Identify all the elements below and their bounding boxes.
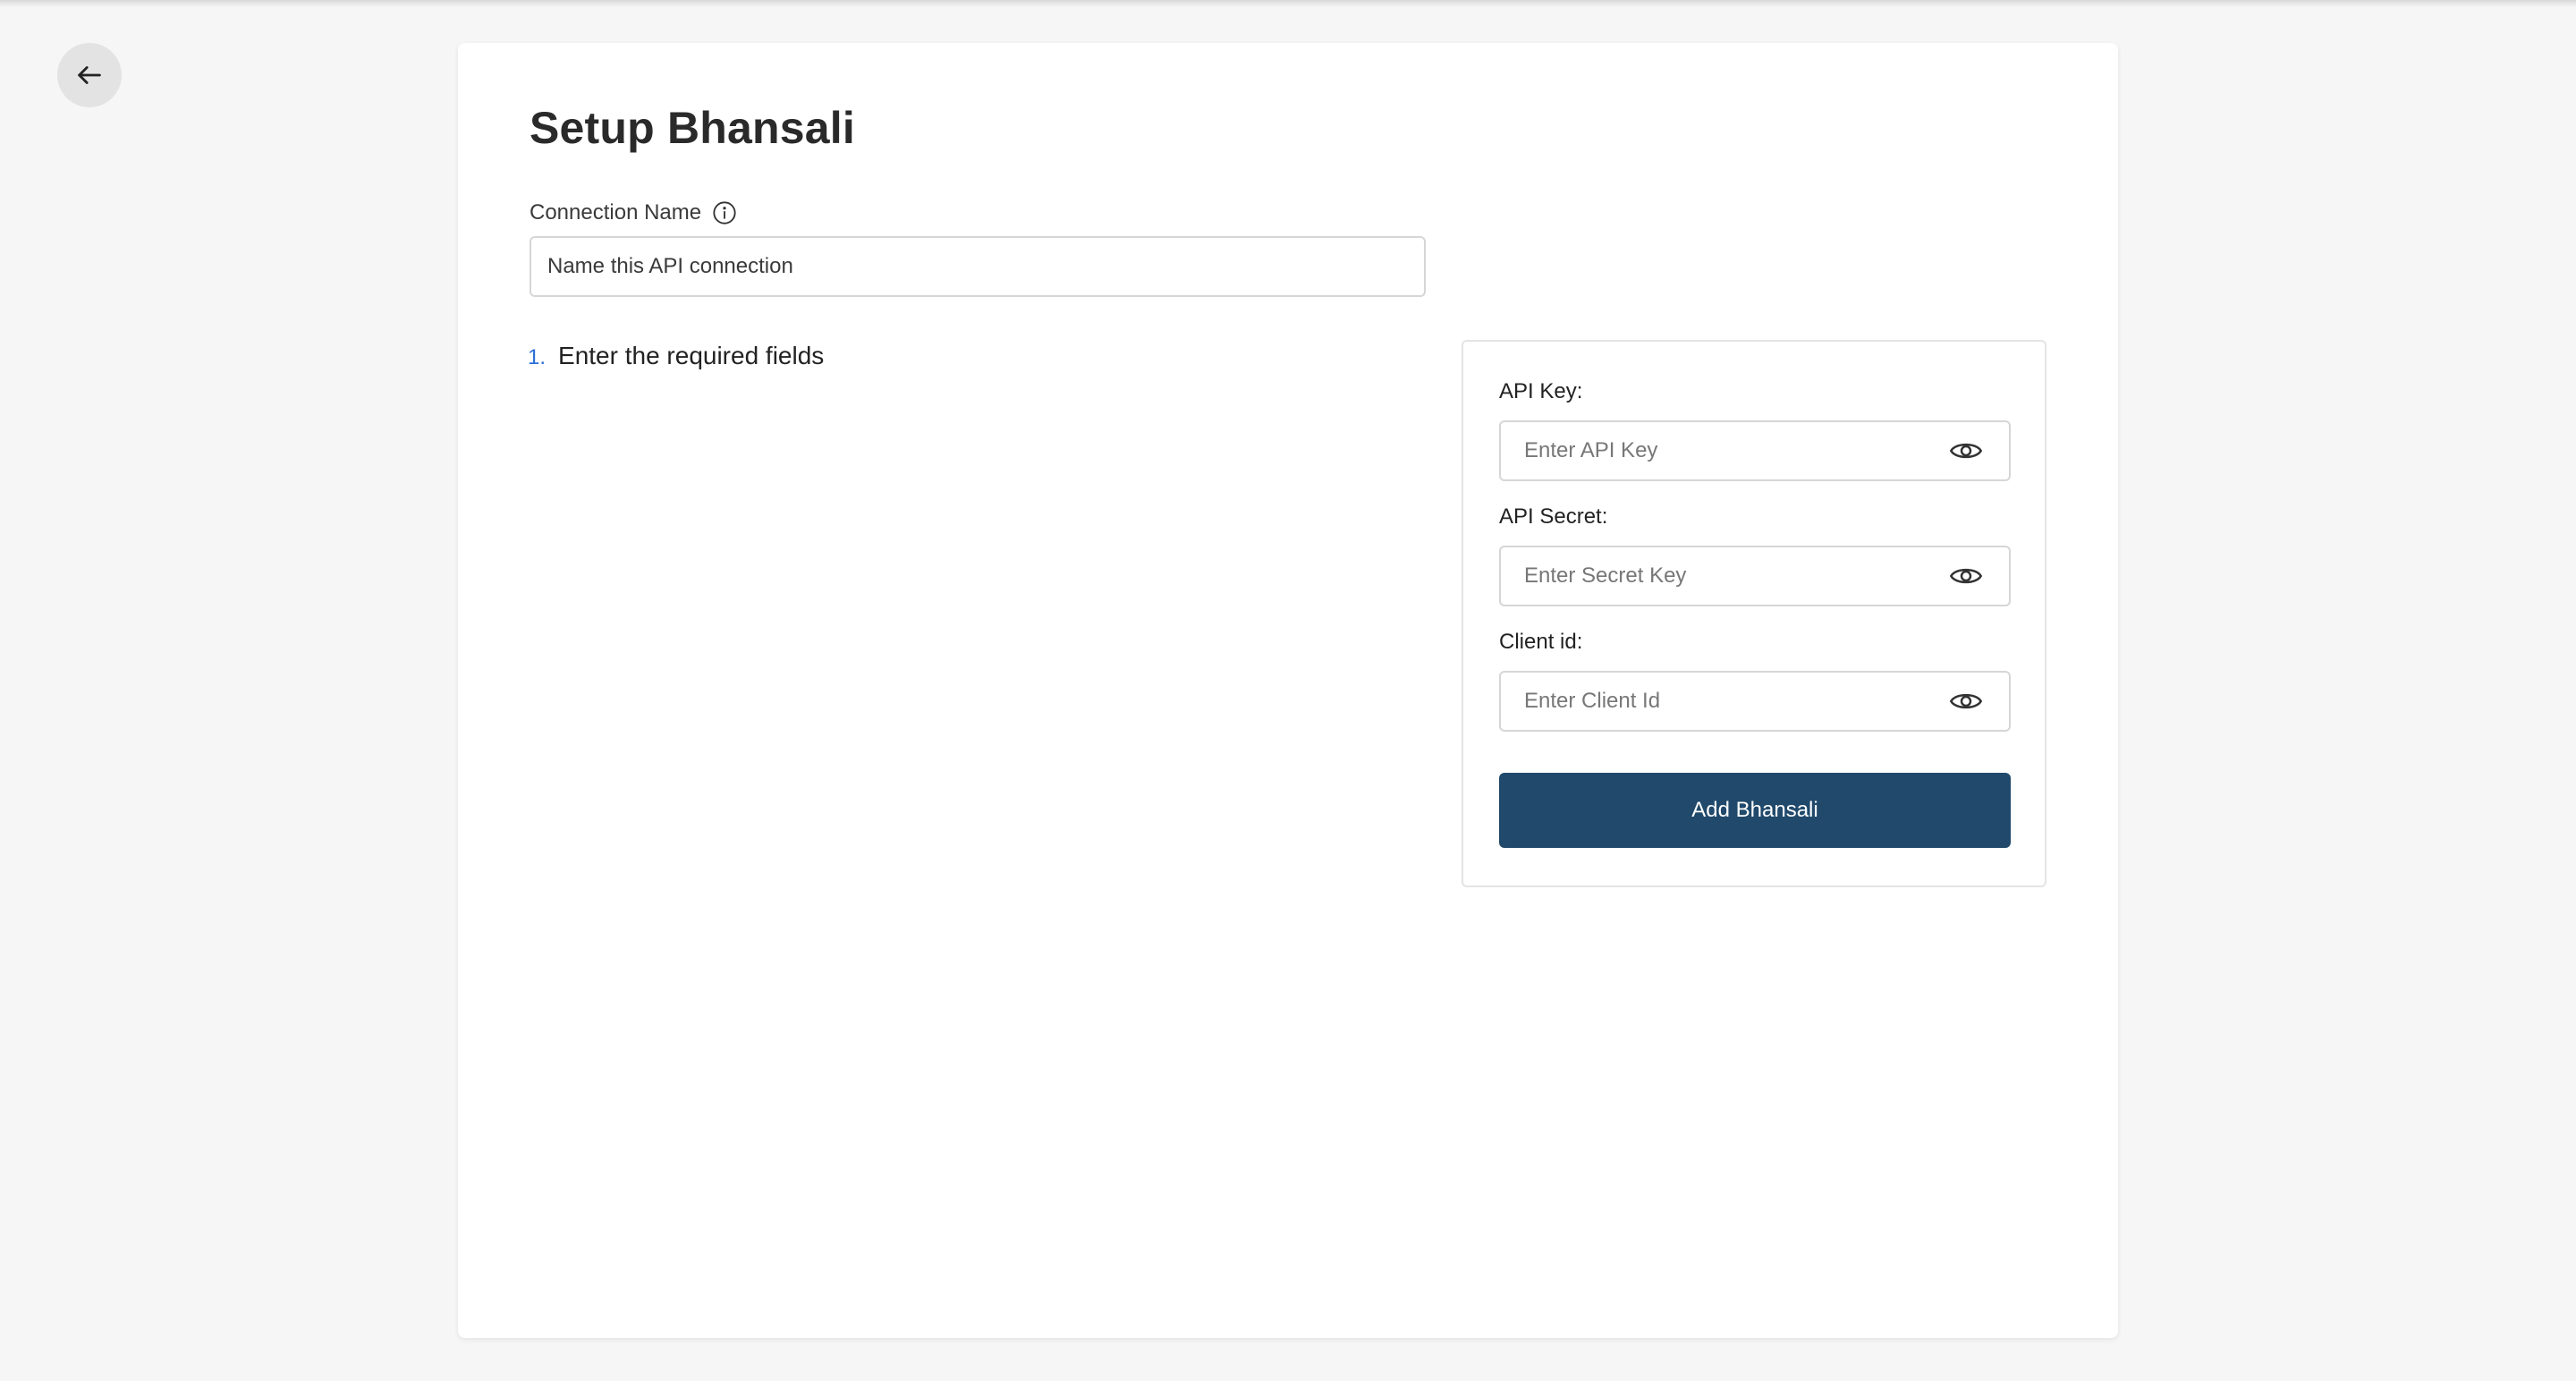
eye-icon[interactable] bbox=[1937, 422, 1995, 479]
top-shadow bbox=[0, 0, 2576, 7]
api-secret-label: API Secret: bbox=[1499, 504, 1608, 529]
page-title: Setup Bhansali bbox=[530, 103, 855, 153]
api-key-label: API Key: bbox=[1499, 379, 1583, 403]
setup-card: Setup Bhansali Connection Name 1. Enter … bbox=[458, 43, 2118, 1338]
api-key-field bbox=[1499, 420, 2011, 481]
api-secret-input[interactable] bbox=[1501, 547, 1937, 605]
info-icon[interactable] bbox=[712, 200, 737, 225]
connection-name-input[interactable] bbox=[530, 236, 1426, 297]
eye-icon[interactable] bbox=[1937, 673, 1995, 730]
eye-icon[interactable] bbox=[1937, 547, 1995, 605]
connection-name-label: Connection Name bbox=[530, 200, 737, 225]
add-bhansali-button[interactable]: Add Bhansali bbox=[1499, 773, 2011, 848]
back-button[interactable] bbox=[57, 43, 122, 107]
connection-name-label-text: Connection Name bbox=[530, 200, 702, 225]
client-id-field bbox=[1499, 671, 2011, 732]
step-number: 1. bbox=[528, 345, 547, 369]
api-key-input[interactable] bbox=[1501, 422, 1937, 479]
api-secret-field bbox=[1499, 546, 2011, 606]
step-text: Enter the required fields bbox=[558, 342, 825, 369]
step-item: 1. Enter the required fields bbox=[528, 342, 824, 370]
credentials-form: API Key: API Secret: Client id: Add Bhan… bbox=[1462, 340, 2046, 887]
client-id-input[interactable] bbox=[1501, 673, 1937, 730]
arrow-left-icon bbox=[78, 66, 101, 84]
client-id-label: Client id: bbox=[1499, 630, 1583, 654]
